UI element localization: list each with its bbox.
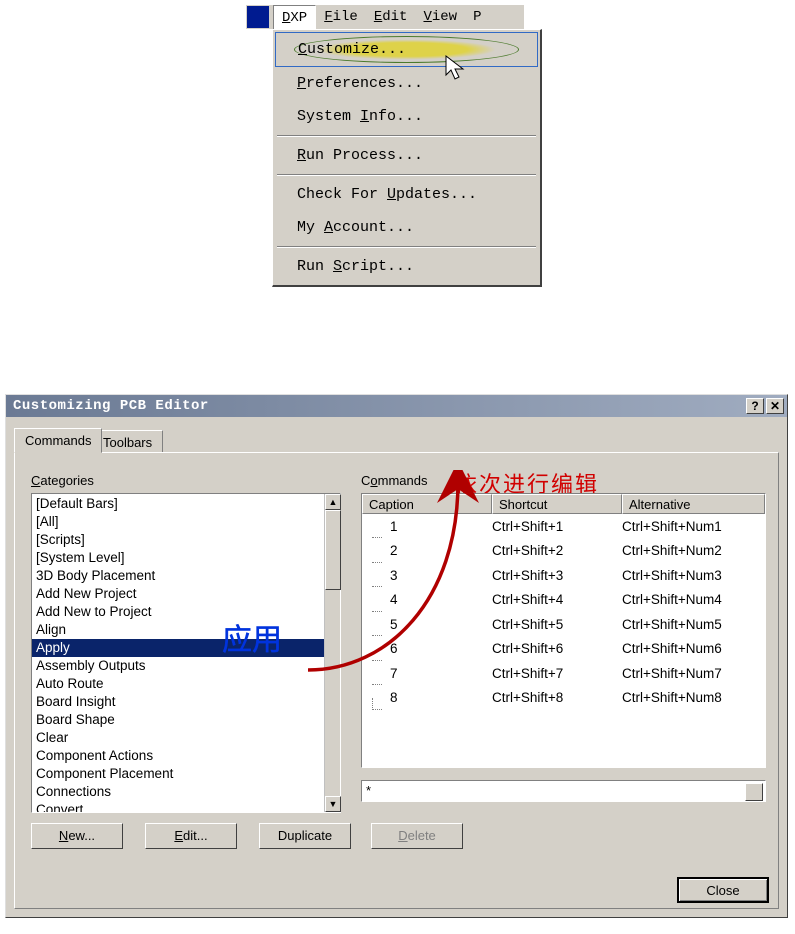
category-item[interactable]: [Scripts] (32, 531, 324, 549)
menu-p-truncated[interactable]: P (465, 5, 489, 29)
categories-label: Categories (31, 473, 94, 488)
customizing-dialog: Customizing PCB Editor ? ✕ Commands Tool… (5, 394, 788, 918)
close-x-button[interactable]: ✕ (766, 398, 784, 414)
menu-dxp[interactable]: DXP (273, 5, 316, 30)
command-row[interactable]: 3Ctrl+Shift+3Ctrl+Shift+Num3 (362, 563, 765, 588)
app-logo-icon (247, 6, 269, 28)
category-item[interactable]: Auto Route (32, 675, 324, 693)
category-item[interactable]: 3D Body Placement (32, 567, 324, 585)
command-row[interactable]: 1Ctrl+Shift+1Ctrl+Shift+Num1 (362, 514, 765, 539)
command-row[interactable]: 7Ctrl+Shift+7Ctrl+Shift+Num7 (362, 661, 765, 686)
categories-listbox[interactable]: [Default Bars][All][Scripts][System Leve… (31, 493, 341, 813)
filter-combo[interactable]: * (361, 780, 766, 802)
new-button[interactable]: New... (31, 823, 123, 849)
category-item[interactable]: Assembly Outputs (32, 657, 324, 675)
command-row[interactable]: 2Ctrl+Shift+2Ctrl+Shift+Num2 (362, 539, 765, 564)
close-button[interactable]: Close (677, 877, 769, 903)
menu-separator (277, 174, 536, 176)
category-item[interactable]: Component Actions (32, 747, 324, 765)
category-item[interactable]: Clear (32, 729, 324, 747)
commands-table[interactable]: Caption Shortcut Alternative 1Ctrl+Shift… (361, 493, 766, 768)
tab-commands[interactable]: Commands (14, 428, 102, 453)
commands-label: Commands (361, 473, 427, 488)
command-row[interactable]: 6Ctrl+Shift+6Ctrl+Shift+Num6 (362, 637, 765, 662)
dxp-dropdown-menu: Customize...Preferences...System Info...… (272, 29, 542, 287)
command-row[interactable]: 5Ctrl+Shift+5Ctrl+Shift+Num5 (362, 612, 765, 637)
titlebar[interactable]: Customizing PCB Editor ? ✕ (6, 395, 787, 417)
titlebar-text: Customizing PCB Editor (9, 398, 744, 414)
menu-item-system-info[interactable]: System Info... (275, 100, 538, 133)
menu-view[interactable]: View (415, 5, 465, 29)
command-row[interactable]: 8Ctrl+Shift+8Ctrl+Shift+Num8 (362, 686, 765, 711)
duplicate-button[interactable]: Duplicate (259, 823, 351, 849)
help-button[interactable]: ? (746, 398, 764, 414)
col-shortcut[interactable]: Shortcut (492, 494, 622, 514)
category-item[interactable]: Connections (32, 783, 324, 801)
category-item[interactable]: Board Shape (32, 711, 324, 729)
scroll-up-icon[interactable]: ▲ (325, 494, 341, 510)
menu-item-my-account[interactable]: My Account... (275, 211, 538, 244)
menu-item-preferences[interactable]: Preferences... (275, 67, 538, 100)
category-item[interactable]: [System Level] (32, 549, 324, 567)
category-item[interactable]: Add New Project (32, 585, 324, 603)
command-row[interactable]: 4Ctrl+Shift+4Ctrl+Shift+Num4 (362, 588, 765, 613)
delete-button: Delete (371, 823, 463, 849)
category-item[interactable]: Convert (32, 801, 324, 812)
tab-toolbars[interactable]: Toolbars (92, 430, 163, 452)
scroll-thumb[interactable] (325, 510, 341, 590)
tab-page-commands: Categories [Default Bars][All][Scripts][… (14, 452, 779, 909)
col-alternative[interactable]: Alternative (622, 494, 765, 514)
annotation-apply: 应用 (222, 615, 282, 659)
category-item[interactable]: [Default Bars] (32, 495, 324, 513)
scrollbar[interactable]: ▲ ▼ (324, 494, 340, 812)
edit-button[interactable]: Edit... (145, 823, 237, 849)
menu-separator (277, 135, 536, 137)
tab-row: Commands Toolbars (14, 429, 779, 453)
category-item[interactable]: Component Placement (32, 765, 324, 783)
menu-edit[interactable]: Edit (366, 5, 416, 29)
menu-file[interactable]: File (316, 5, 366, 29)
menu-item-run-script[interactable]: Run Script... (275, 250, 538, 283)
category-item[interactable]: [All] (32, 513, 324, 531)
category-item[interactable]: Board Insight (32, 693, 324, 711)
menu-item-run-process[interactable]: Run Process... (275, 139, 538, 172)
menu-item-check-for-updates[interactable]: Check For Updates... (275, 178, 538, 211)
col-caption[interactable]: Caption (362, 494, 492, 514)
menubar: DXP File Edit View P (246, 5, 524, 29)
scroll-down-icon[interactable]: ▼ (325, 796, 341, 812)
menu-item-customize[interactable]: Customize... (275, 32, 538, 67)
menu-separator (277, 246, 536, 248)
